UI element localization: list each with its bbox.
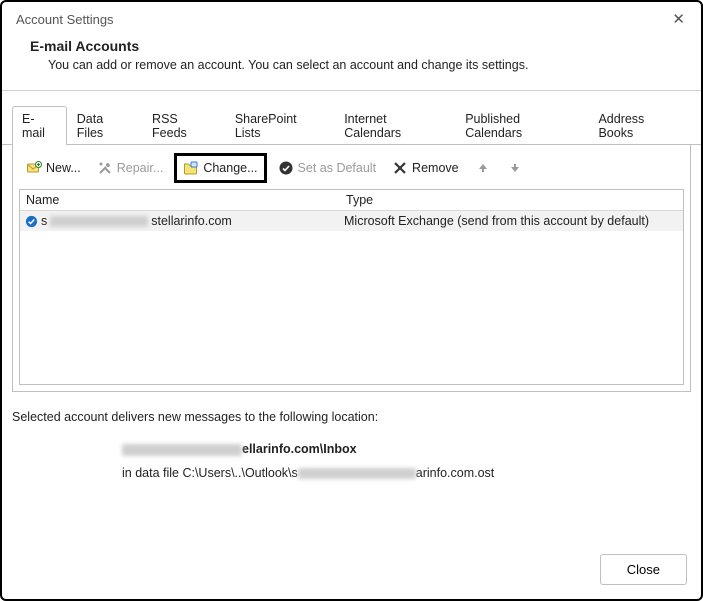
move-down-button — [502, 157, 528, 179]
arrow-down-icon — [507, 160, 523, 176]
account-type: Microsoft Exchange (send from this accou… — [344, 214, 679, 228]
x-icon — [392, 160, 408, 176]
delivery-folder-suffix: ellarinfo.com\Inbox — [242, 442, 357, 456]
table-row[interactable]: s stellarinfo.com Microsoft Exchange (sen… — [20, 211, 683, 231]
data-file-path-prefix: in data file C:\Users\..\Outlook\s — [122, 466, 298, 480]
account-name-suffix: stellarinfo.com — [151, 214, 232, 228]
delivery-folder: ellarinfo.com\Inbox — [122, 438, 693, 462]
header-title: E-mail Accounts — [30, 38, 675, 54]
close-icon[interactable]: ✕ — [668, 10, 689, 28]
tab-data-files[interactable]: Data Files — [67, 106, 142, 145]
default-account-check-icon — [24, 214, 38, 228]
data-file-path: in data file C:\Users\..\Outlook\s arinfo… — [122, 462, 693, 486]
tab-rss-feeds[interactable]: RSS Feeds — [142, 106, 225, 145]
tab-address-books[interactable]: Address Books — [588, 106, 691, 145]
remove-account-label: Remove — [412, 161, 459, 175]
col-header-name[interactable]: Name — [26, 193, 346, 207]
tab-bar: E-mail Data Files RSS Feeds SharePoint L… — [2, 91, 701, 145]
check-circle-icon — [278, 160, 294, 176]
table-header: Name Type — [20, 190, 683, 211]
mail-new-icon — [26, 160, 42, 176]
header-desc: You can add or remove an account. You ca… — [30, 58, 675, 72]
redacted-segment — [298, 468, 416, 479]
set-default-label: Set as Default — [298, 161, 377, 175]
set-default-button: Set as Default — [273, 157, 382, 179]
toolbar: New... Repair... Change... — [19, 153, 684, 189]
table-empty-area — [20, 231, 683, 381]
account-name-prefix: s — [41, 214, 47, 228]
delivery-location-heading: Selected account delivers new messages t… — [12, 410, 693, 424]
accounts-table: Name Type s stellarinfo.com Microsoft Exc… — [19, 189, 684, 385]
change-account-button[interactable]: Change... — [174, 153, 266, 183]
tab-internet-calendars[interactable]: Internet Calendars — [334, 106, 455, 145]
delivery-location-section: Selected account delivers new messages t… — [2, 392, 701, 486]
data-file-path-suffix: arinfo.com.ost — [416, 466, 495, 480]
email-tab-panel: New... Repair... Change... — [12, 145, 691, 392]
folder-change-icon — [183, 160, 199, 176]
redacted-segment — [122, 444, 242, 456]
tools-icon — [97, 160, 113, 176]
titlebar: Account Settings ✕ — [2, 2, 701, 34]
tab-sharepoint-lists[interactable]: SharePoint Lists — [225, 106, 334, 145]
new-account-label: New... — [46, 161, 81, 175]
header: E-mail Accounts You can add or remove an… — [2, 34, 701, 91]
repair-account-label: Repair... — [117, 161, 164, 175]
tab-published-calendars[interactable]: Published Calendars — [455, 106, 588, 145]
repair-account-button: Repair... — [92, 157, 169, 179]
col-header-type[interactable]: Type — [346, 193, 677, 207]
move-up-button — [470, 157, 496, 179]
new-account-button[interactable]: New... — [21, 157, 86, 179]
redacted-segment — [50, 216, 148, 227]
tab-email[interactable]: E-mail — [12, 106, 67, 145]
arrow-up-icon — [475, 160, 491, 176]
remove-account-button[interactable]: Remove — [387, 157, 464, 179]
window-title: Account Settings — [16, 12, 114, 27]
change-account-label: Change... — [203, 161, 257, 175]
close-button[interactable]: Close — [600, 554, 687, 585]
